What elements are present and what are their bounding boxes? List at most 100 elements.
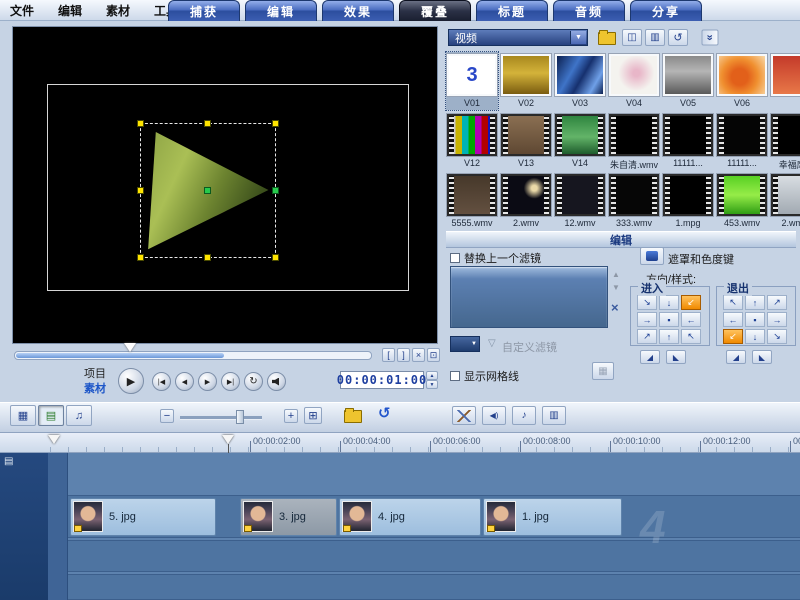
project-mode-label[interactable]: 项目 xyxy=(84,365,106,381)
timecode-display[interactable]: 00:00:01:00 xyxy=(337,371,426,389)
exit-dir-button[interactable]: ↑ xyxy=(745,295,765,310)
video-track[interactable]: 5. jpg 3. jpg 4. jpg 1. jpg xyxy=(68,495,800,538)
rotate-clip-button[interactable]: ↺ xyxy=(668,29,688,46)
exit-fade-in-button[interactable]: ◢ xyxy=(726,350,746,364)
library-thumb[interactable]: V02 xyxy=(500,52,552,110)
library-thumb[interactable]: V03 xyxy=(554,52,606,110)
library-thumb[interactable]: V06 xyxy=(716,52,768,110)
split-clip-button[interactable]: × xyxy=(412,348,425,362)
timecode-spin-up[interactable]: ▲ xyxy=(426,371,438,380)
filter-move-down-button[interactable]: ▼ xyxy=(612,283,620,292)
timeline-track-area[interactable]: 5. jpg 3. jpg 4. jpg 1. jpg xyxy=(68,453,800,600)
library-thumb[interactable] xyxy=(770,52,800,110)
exit-dir-button[interactable]: ↗ xyxy=(767,295,787,310)
previous-frame-button[interactable]: ◀ xyxy=(175,372,194,391)
filter-move-up-button[interactable]: ▲ xyxy=(612,270,620,279)
grid-options-button[interactable]: ▦ xyxy=(592,362,614,380)
next-frame-button[interactable]: ▶ xyxy=(198,372,217,391)
enter-dir-button[interactable]: ↗ xyxy=(637,329,657,344)
library-thumb[interactable]: 2.wm... xyxy=(770,172,800,230)
undo-button[interactable]: ↺ xyxy=(378,404,391,422)
resize-handle[interactable] xyxy=(272,120,279,127)
menu-edit[interactable]: 编辑 xyxy=(58,2,82,19)
library-thumb[interactable]: V14 xyxy=(554,112,606,170)
library-thumb[interactable]: 1.mpg xyxy=(662,172,714,230)
sound-mixer-button[interactable]: ◀) xyxy=(482,406,506,425)
resize-handle[interactable] xyxy=(137,187,144,194)
swap-track-icon[interactable]: ▤ xyxy=(4,456,13,467)
system-volume-button[interactable] xyxy=(267,372,286,391)
distort-handle[interactable] xyxy=(272,187,279,194)
mark-in-button[interactable]: [ xyxy=(382,348,395,362)
exit-dir-button[interactable]: ▪ xyxy=(745,312,765,327)
library-thumb[interactable]: 3 V01 xyxy=(445,51,499,111)
filter-delete-button[interactable]: × xyxy=(611,300,619,315)
expand-panel-button[interactable]: » xyxy=(701,29,719,46)
enter-dir-button[interactable]: ↓ xyxy=(659,295,679,310)
resize-handle[interactable] xyxy=(204,254,211,261)
timeline-clip[interactable]: 4. jpg xyxy=(339,498,481,536)
clip-mode-label[interactable]: 素材 xyxy=(84,380,106,396)
enter-dir-button[interactable]: ↘ xyxy=(637,295,657,310)
repeat-button[interactable]: ↻ xyxy=(244,372,263,391)
load-media-button[interactable] xyxy=(598,30,616,45)
library-thumb[interactable]: 幸福摩... xyxy=(770,112,800,170)
library-thumb[interactable]: 453.wmv xyxy=(716,172,768,230)
center-handle[interactable] xyxy=(204,187,211,194)
library-thumb[interactable]: V04 xyxy=(608,52,660,110)
home-button[interactable]: |◀ xyxy=(152,372,171,391)
chevron-down-icon[interactable]: ▼ xyxy=(570,31,586,44)
library-thumb[interactable]: 12.wmv xyxy=(554,172,606,230)
fit-project-button[interactable]: ⊞ xyxy=(304,407,322,424)
track-manager-button[interactable]: ▥ xyxy=(542,406,566,425)
timeline-clip[interactable]: 1. jpg xyxy=(483,498,622,536)
resize-handle[interactable] xyxy=(137,254,144,261)
title-track[interactable] xyxy=(68,574,800,600)
exit-fade-out-button[interactable]: ◣ xyxy=(752,350,772,364)
play-button[interactable]: ▶ xyxy=(118,368,144,394)
library-thumb[interactable]: 5555.wmv xyxy=(446,172,498,230)
overlay-track[interactable] xyxy=(68,540,800,572)
custom-filter-label[interactable]: 自定义滤镜 xyxy=(502,339,557,355)
replace-filter-checkbox[interactable] xyxy=(450,253,460,263)
tab-title[interactable]: 标题 xyxy=(476,0,548,21)
exit-dir-button[interactable]: ↘ xyxy=(767,329,787,344)
enter-dir-button[interactable]: → xyxy=(637,312,657,327)
zoom-slider-track[interactable] xyxy=(180,416,262,420)
playhead-marker[interactable] xyxy=(222,435,234,444)
mark-out-button[interactable]: ] xyxy=(397,348,410,362)
zoom-slider-thumb[interactable] xyxy=(236,410,244,424)
selection-marquee[interactable] xyxy=(137,120,279,261)
exit-dir-button[interactable]: ← xyxy=(723,312,743,327)
tab-audio[interactable]: 音频 xyxy=(553,0,625,21)
exit-dir-button[interactable]: ↖ xyxy=(723,295,743,310)
show-grid-checkbox[interactable] xyxy=(450,371,460,381)
library-thumb[interactable]: 333.wmv xyxy=(608,172,660,230)
zoom-out-button[interactable]: − xyxy=(160,409,174,423)
filter-preset-dropdown[interactable]: ▼ xyxy=(450,336,480,352)
enlarge-preview-button[interactable]: ⊡ xyxy=(427,348,440,362)
timecode-spin-down[interactable]: ▼ xyxy=(426,380,438,389)
audio-view-button[interactable]: ♫ xyxy=(66,405,92,426)
zoom-in-button[interactable]: + xyxy=(284,409,298,423)
timeline-clip[interactable]: 5. jpg xyxy=(70,498,216,536)
tab-capture[interactable]: 捕获 xyxy=(168,0,240,21)
enter-fade-out-button[interactable]: ◣ xyxy=(666,350,686,364)
resize-handle[interactable] xyxy=(272,254,279,261)
enter-dir-button[interactable]: ← xyxy=(681,312,701,327)
preview-screen[interactable] xyxy=(12,26,438,344)
storyboard-view-button[interactable]: ▦ xyxy=(10,405,36,426)
library-thumb[interactable]: 2.wmv xyxy=(500,172,552,230)
exit-dir-button[interactable]: → xyxy=(767,312,787,327)
library-thumb[interactable]: 朱自清.wmv xyxy=(608,112,660,170)
enter-dir-button[interactable]: ↖ xyxy=(681,329,701,344)
timeline-clip-selected[interactable]: 3. jpg xyxy=(240,498,337,536)
exit-dir-button-selected[interactable]: ↙ xyxy=(723,329,743,344)
gallery-category-dropdown[interactable]: 视频 ▼ xyxy=(448,29,588,46)
enter-fade-in-button[interactable]: ◢ xyxy=(640,350,660,364)
tab-share[interactable]: 分享 xyxy=(630,0,702,21)
scrubber-thumb[interactable] xyxy=(124,343,136,352)
batch-convert-button[interactable] xyxy=(452,406,476,425)
library-thumb[interactable]: V12 xyxy=(446,112,498,170)
library-thumb[interactable]: V13 xyxy=(500,112,552,170)
